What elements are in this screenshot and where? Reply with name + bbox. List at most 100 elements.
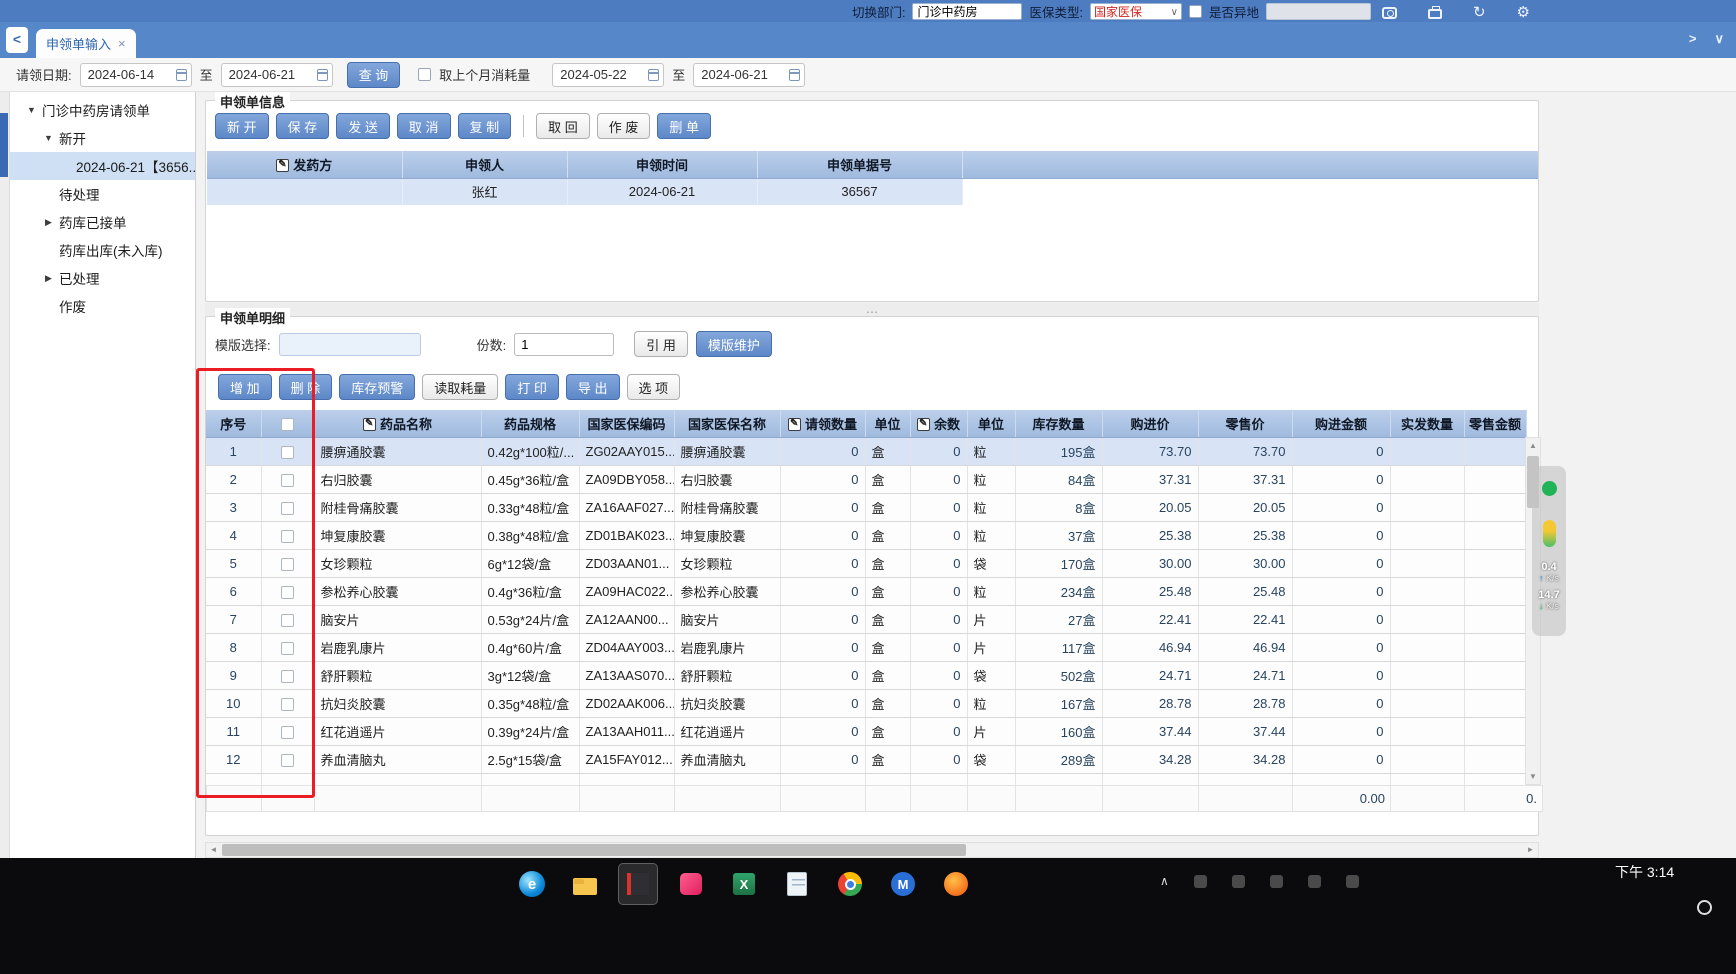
taskbar-edge-browser[interactable]: e <box>513 864 551 904</box>
checkbox-cell[interactable] <box>261 605 315 634</box>
column-header[interactable]: 药品名称 <box>314 410 482 438</box>
print-icon[interactable] <box>1427 6 1442 19</box>
new-button[interactable]: 新 开 <box>215 113 269 139</box>
checkbox-cell[interactable] <box>261 465 315 494</box>
section-splitter[interactable] <box>205 303 1539 319</box>
scroll-left-icon[interactable] <box>206 843 221 857</box>
column-header[interactable] <box>261 410 315 438</box>
date-from-input[interactable] <box>79 62 192 87</box>
network-monitor-widget[interactable]: 0.4 K/s 14.7 K/s <box>1532 466 1566 636</box>
cite-button[interactable]: 引 用 <box>634 331 688 357</box>
sidebar-item[interactable]: 待处理 <box>10 180 195 208</box>
column-header[interactable]: 国家医保编码 <box>579 410 675 438</box>
taskbar-windows-logo[interactable] <box>460 864 498 904</box>
row-checkbox[interactable] <box>281 697 294 711</box>
info-column-header[interactable]: 申领时间 <box>567 151 758 179</box>
sidebar-item[interactable]: ▶ 药库已接单 <box>10 208 195 236</box>
last-month-consume-checkbox[interactable] <box>418 68 432 81</box>
sidebar-item[interactable]: 2024-06-21【3656... <box>10 152 195 180</box>
table-row[interactable]: 1 腰痹通胶囊 0.42g*100粒/... ZG02AAY015... 腰痹通胶囊 0 盒… <box>206 437 1527 466</box>
tray-icon[interactable] <box>1193 874 1207 888</box>
save-button[interactable]: 保 存 <box>275 113 330 139</box>
screenshot-icon[interactable] <box>1381 6 1397 19</box>
taskbar-chrome[interactable] <box>831 864 869 904</box>
expand-icon[interactable]: ▶ <box>41 217 56 228</box>
stock-warning-button[interactable]: 库存预警 <box>339 374 416 400</box>
row-checkbox[interactable] <box>281 473 294 487</box>
close-icon[interactable] <box>118 36 126 51</box>
table-row[interactable]: 7 脑安片 0.53g*24片/盒 ZA12AAN00... 脑安片 0 盒 0 片 27盒 22.… <box>206 605 1527 634</box>
taskbar-notepad[interactable] <box>778 864 816 904</box>
scroll-up-icon[interactable] <box>1526 438 1540 453</box>
table-row[interactable]: 5 女珍颗粒 6g*12袋/盒 ZD03AAN01... 女珍颗粒 0 盒 0 袋 170盒 30.… <box>206 549 1527 578</box>
rail-indicator[interactable] <box>0 113 8 177</box>
sidebar-item[interactable]: 作废 <box>10 292 195 320</box>
sidebar-item[interactable]: ▼ 新开 <box>10 124 195 152</box>
checkbox-cell[interactable] <box>261 633 315 662</box>
checkbox-cell[interactable] <box>261 493 315 522</box>
void-button[interactable]: 作 废 <box>596 113 651 139</box>
row-checkbox[interactable] <box>281 585 294 599</box>
nav-back-button[interactable] <box>6 27 28 53</box>
info-column-header[interactable]: 申领人 <box>402 151 568 179</box>
column-header[interactable]: 购进价 <box>1102 410 1199 438</box>
taskbar-file-explorer[interactable] <box>566 864 604 904</box>
tray-circle-icon[interactable] <box>1697 900 1712 915</box>
checkbox-cell[interactable] <box>261 577 315 606</box>
tray-icon[interactable] <box>1345 874 1359 888</box>
send-button[interactable]: 发 送 <box>336 113 390 139</box>
column-header[interactable]: 零售金额 <box>1464 410 1527 438</box>
settings-gear-icon[interactable] <box>1517 3 1530 22</box>
tray-icon[interactable] <box>1269 874 1283 888</box>
row-checkbox[interactable] <box>281 641 294 655</box>
row-checkbox[interactable] <box>281 613 294 627</box>
taskbar-clock[interactable]: 下午 3:14 <box>1615 862 1674 882</box>
taskbar-m-app[interactable]: M <box>884 864 922 904</box>
column-header[interactable]: 国家医保名称 <box>674 410 781 438</box>
column-header[interactable]: 药品规格 <box>481 410 580 438</box>
info-table-row[interactable]: 张红 2024-06-21 36567 <box>207 178 1538 205</box>
taskbar-his-app-active[interactable] <box>618 863 658 905</box>
collapse-icon[interactable]: ▼ <box>24 105 39 115</box>
collapse-icon[interactable]: ▼ <box>41 133 56 143</box>
delete-button[interactable]: 删 除 <box>278 374 333 400</box>
copies-input[interactable] <box>514 332 615 356</box>
table-row[interactable]: 3 附桂骨痛胶囊 0.33g*48粒/盒 ZA16AAF027... 附桂骨痛胶囊 0 盒 0… <box>206 493 1527 522</box>
remote-checkbox[interactable] <box>1188 4 1202 18</box>
row-checkbox[interactable] <box>281 501 294 515</box>
delete-order-button[interactable]: 删 单 <box>657 113 711 139</box>
table-row[interactable]: 8 岩鹿乳康片 0.4g*60片/盒 ZD04AAY003... 岩鹿乳康片 0 盒 0 片 11… <box>206 633 1527 662</box>
template-select-input[interactable] <box>278 332 421 356</box>
read-usage-button[interactable]: 读取耗量 <box>422 374 499 400</box>
scrollbar-thumb[interactable] <box>222 844 966 856</box>
chevron-down-icon[interactable] <box>1714 31 1724 47</box>
taskbar-pink-app[interactable] <box>672 864 710 904</box>
checkbox-cell[interactable] <box>261 661 315 690</box>
table-row[interactable]: 2 右归胶囊 0.45g*36粒/盒 ZA09DBY058... 右归胶囊 0 盒 0 粒 84盒… <box>206 465 1527 494</box>
info-column-header[interactable]: 申领单据号 <box>757 151 963 179</box>
table-row[interactable]: 10 抗妇炎胶囊 0.35g*48粒/盒 ZD02AAK006... 抗妇炎胶囊 0 盒 0 粒… <box>206 689 1527 718</box>
calendar-icon[interactable] <box>648 68 660 81</box>
taskbar-security-app[interactable] <box>937 864 975 904</box>
table-row[interactable]: 9 舒肝颗粒 3g*12袋/盒 ZA13AAS070... 舒肝颗粒 0 盒 0 袋 502盒 24… <box>206 661 1527 690</box>
scroll-down-icon[interactable] <box>1526 769 1540 784</box>
column-header[interactable]: 库存数量 <box>1015 410 1103 438</box>
checkbox-cell[interactable] <box>261 689 315 718</box>
calendar-icon[interactable] <box>175 68 187 81</box>
table-row[interactable]: 6 参松养心胶囊 0.4g*36粒/盒 ZA09HAC022... 参松养心胶囊 0 盒 0 粒… <box>206 577 1527 606</box>
row-checkbox[interactable] <box>281 445 294 459</box>
table-row[interactable]: 12 养血清脑丸 2.5g*15袋/盒 ZA15FAY012... 养血清脑丸 0 盒 0 袋 2… <box>206 745 1527 774</box>
expand-icon[interactable]: ▶ <box>41 273 56 284</box>
template-maintain-button[interactable]: 模版维护 <box>695 331 772 357</box>
taskbar-excel[interactable]: X <box>725 864 763 904</box>
row-checkbox[interactable] <box>281 529 294 543</box>
checkbox-cell[interactable] <box>261 437 315 466</box>
history-icon[interactable] <box>1473 3 1486 22</box>
column-header[interactable]: 序号 <box>206 410 262 438</box>
checkbox-cell[interactable] <box>261 549 315 578</box>
cancel-button[interactable]: 取 消 <box>396 113 451 139</box>
sidebar-item[interactable]: 药库出库(未入库) <box>10 236 195 264</box>
row-checkbox[interactable] <box>281 669 294 683</box>
checkbox-cell[interactable] <box>261 717 315 746</box>
column-header[interactable]: 余数 <box>910 410 968 438</box>
